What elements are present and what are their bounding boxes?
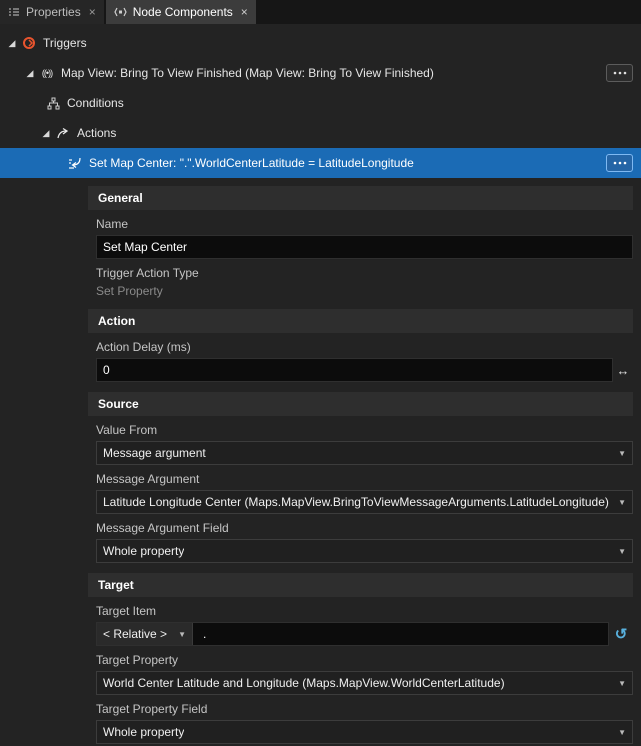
dropdown-value: Whole property	[97, 725, 184, 739]
components-tree: ◢ Triggers ◢ ((•)) Map View: Bring To Vi…	[0, 24, 641, 178]
section-header-target: Target	[88, 573, 633, 597]
tree-label: Actions	[77, 126, 116, 140]
tree-row-trigger[interactable]: ◢ ((•)) Map View: Bring To View Finished…	[0, 58, 641, 88]
tab-label: Node Components	[133, 5, 233, 19]
action-delay-label: Action Delay (ms)	[96, 340, 633, 355]
actions-icon	[54, 127, 72, 140]
conditions-icon	[44, 97, 62, 110]
trigger-action-type-value: Set Property	[96, 284, 633, 299]
target-item-field: < Relative > ▼ .	[96, 622, 609, 646]
tree-row-actions[interactable]: ◢ Actions	[0, 118, 641, 148]
tab-properties[interactable]: Properties ×	[0, 0, 104, 24]
dropdown-value: Message argument	[97, 446, 206, 460]
chevron-down-icon: ▼	[612, 498, 632, 507]
action-properties-panel: General Name Trigger Action Type Set Pro…	[88, 186, 641, 744]
trigger-action-type-label: Trigger Action Type	[96, 266, 633, 281]
broadcast-glyph: ((•))	[42, 68, 52, 78]
message-argument-field-dropdown[interactable]: Whole property ▼	[96, 539, 633, 563]
message-trigger-icon: ((•))	[38, 68, 56, 78]
section-header-source: Source	[88, 392, 633, 416]
tree-label: Conditions	[67, 96, 124, 110]
tree-label: Triggers	[43, 36, 87, 50]
target-property-field-dropdown[interactable]: Whole property ▼	[96, 720, 633, 744]
dropdown-value: Latitude Longitude Center (Maps.MapView.…	[97, 495, 609, 509]
target-property-dropdown[interactable]: World Center Latitude and Longitude (Map…	[96, 671, 633, 695]
tree-row-triggers[interactable]: ◢ Triggers	[0, 28, 641, 58]
node-components-icon	[114, 6, 127, 18]
tree-row-set-map-center[interactable]: Set Map Center: ".".WorldCenterLatitude …	[0, 148, 641, 178]
drag-adjust-icon[interactable]: ↔	[613, 363, 633, 378]
chevron-down-icon: ▼	[612, 547, 632, 556]
value-from-label: Value From	[96, 423, 633, 438]
chevron-down-icon: ▼	[172, 630, 192, 639]
more-options-button[interactable]	[606, 64, 633, 82]
section-header-general: General	[88, 186, 633, 210]
tab-node-components[interactable]: Node Components ×	[106, 0, 256, 24]
dropdown-value: Whole property	[97, 544, 184, 558]
chevron-down-icon: ▼	[612, 679, 632, 688]
message-argument-label: Message Argument	[96, 472, 633, 487]
target-item-label: Target Item	[96, 604, 633, 619]
target-property-label: Target Property	[96, 653, 633, 668]
node-components-window: Properties × Node Components × ◢ Trigger…	[0, 0, 641, 746]
triggers-icon	[20, 36, 38, 50]
target-item-dropdown[interactable]: < Relative > ▼	[97, 623, 193, 645]
chevron-down-icon: ▼	[612, 728, 632, 737]
target-item-path: .	[203, 627, 206, 641]
name-input[interactable]	[96, 235, 633, 259]
chevron-down-icon: ▼	[612, 449, 632, 458]
tab-bar: Properties × Node Components ×	[0, 0, 641, 24]
properties-list-icon	[8, 6, 20, 18]
expander-icon[interactable]: ◢	[38, 128, 54, 139]
dropdown-value: World Center Latitude and Longitude (Map…	[97, 676, 505, 690]
tab-label: Properties	[26, 5, 81, 19]
expander-icon[interactable]: ◢	[4, 38, 20, 49]
expander-icon[interactable]: ◢	[22, 68, 38, 79]
reset-icon[interactable]: ↺	[609, 625, 633, 643]
action-delay-input[interactable]	[96, 358, 613, 382]
dropdown-value: < Relative >	[97, 627, 167, 641]
tree-row-conditions[interactable]: Conditions	[0, 88, 641, 118]
section-header-action: Action	[88, 309, 633, 333]
message-argument-field-label: Message Argument Field	[96, 521, 633, 536]
target-property-field-label: Target Property Field	[96, 702, 633, 717]
more-options-button[interactable]	[606, 154, 633, 172]
message-argument-dropdown[interactable]: Latitude Longitude Center (Maps.MapView.…	[96, 490, 633, 514]
close-icon[interactable]: ×	[89, 6, 96, 18]
tree-label: Map View: Bring To View Finished (Map Vi…	[61, 66, 434, 80]
name-label: Name	[96, 217, 633, 232]
close-icon[interactable]: ×	[241, 6, 248, 18]
value-from-dropdown[interactable]: Message argument ▼	[96, 441, 633, 465]
tree-label: Set Map Center: ".".WorldCenterLatitude …	[89, 156, 414, 170]
set-property-action-icon	[66, 157, 84, 170]
